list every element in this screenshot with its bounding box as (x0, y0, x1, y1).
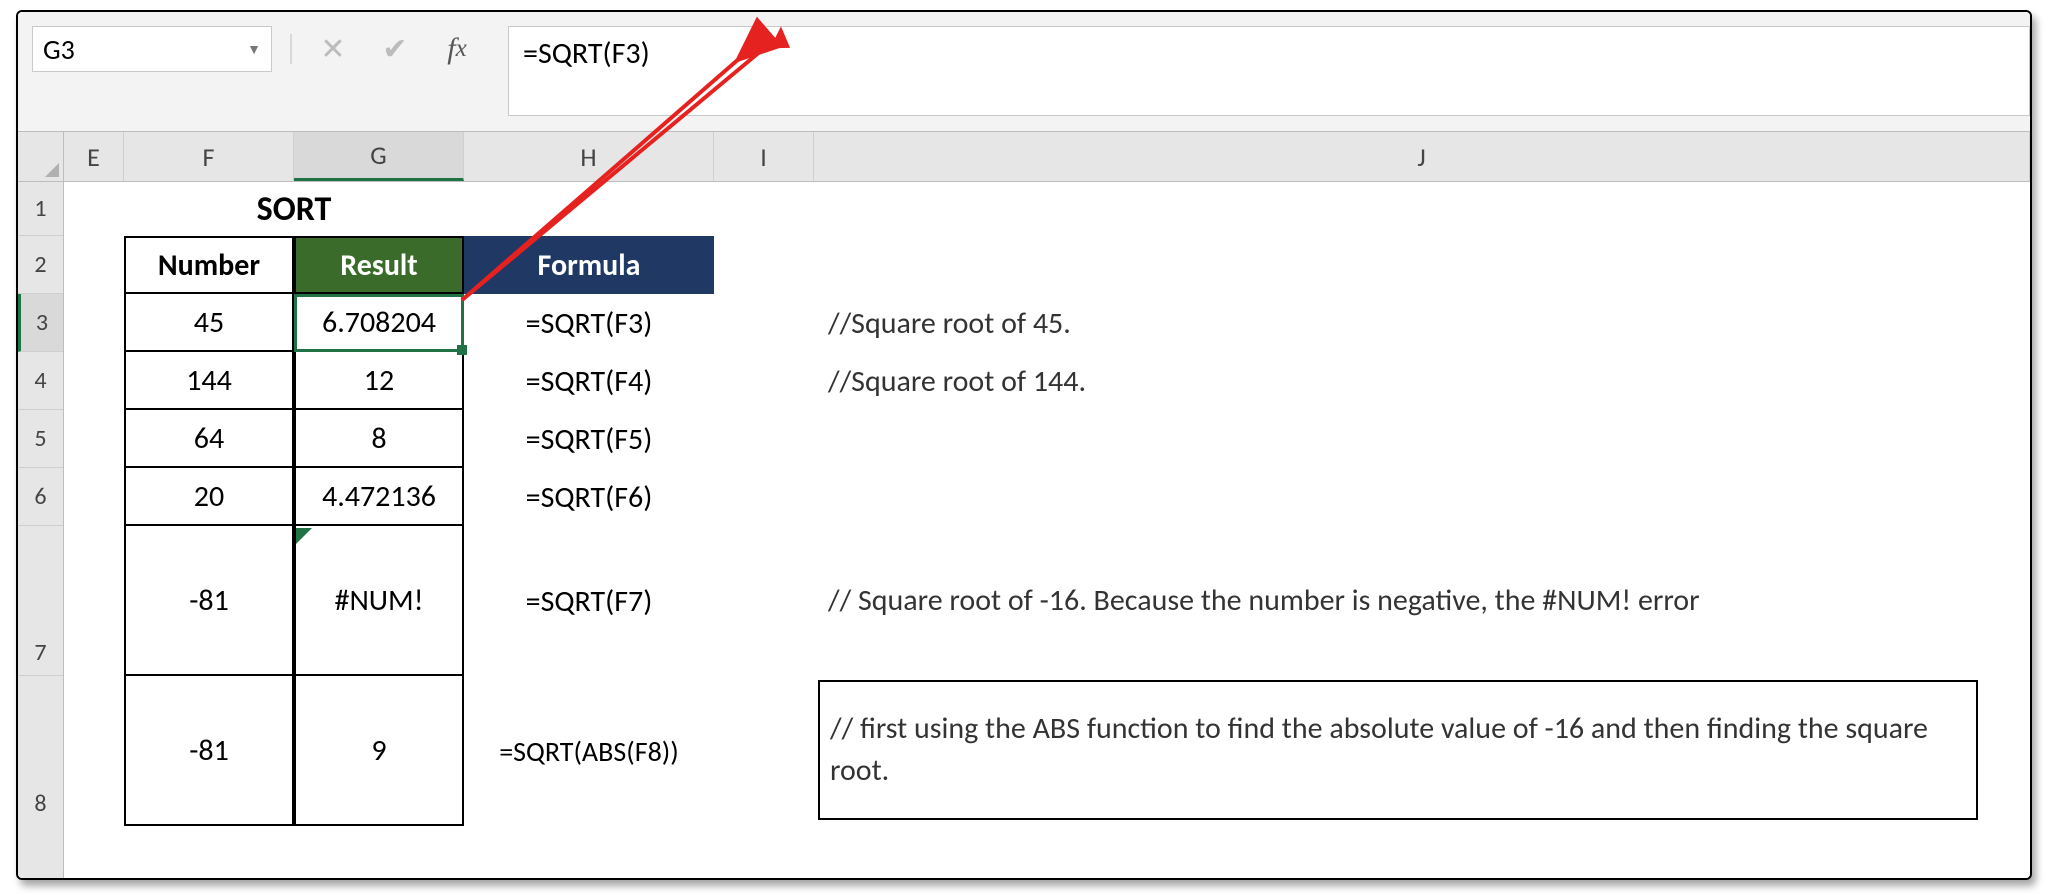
name-box[interactable]: G3 ▼ (32, 26, 272, 72)
comment-text: // Square root of -16. Because the numbe… (824, 526, 1974, 676)
cell-formula[interactable]: =SQRT(F4) (464, 352, 714, 410)
row-header-7[interactable]: 7 (18, 526, 63, 676)
row-header-5[interactable]: 5 (18, 410, 63, 468)
formula-bar: G3 ▼ ✕ ✔ fx =SQRT(F3) (18, 12, 2030, 132)
formula-input-value: =SQRT(F3) (523, 35, 650, 72)
cell-formula[interactable]: =SQRT(F5) (464, 410, 714, 468)
row-headers: 1 2 3 4 5 6 7 8 (18, 182, 64, 878)
col-header-E[interactable]: E (64, 132, 124, 181)
row-header-8[interactable]: 8 (18, 676, 63, 826)
cell-result[interactable]: #NUM! (294, 526, 464, 676)
row-header-1[interactable]: 1 (18, 182, 63, 236)
formula-input[interactable]: =SQRT(F3) (508, 26, 2030, 116)
cancel-icon[interactable]: ✕ (312, 28, 354, 70)
comment-text-boxed: // first using the ABS function to find … (818, 680, 1978, 820)
cell-formula[interactable]: =SQRT(F7) (464, 526, 714, 676)
comment-text: //Square root of 144. (824, 352, 1974, 410)
row-header-6[interactable]: 6 (18, 468, 63, 526)
cell-result[interactable]: 12 (294, 352, 464, 410)
cell-number[interactable]: -81 (124, 676, 294, 826)
cell-formula[interactable]: =SQRT(ABS(F8)) (456, 676, 722, 826)
col-header-G[interactable]: G (294, 132, 464, 181)
col-number-header: Number (124, 236, 294, 294)
col-header-F[interactable]: F (124, 132, 294, 181)
select-all-corner[interactable] (18, 132, 64, 181)
row-header-2[interactable]: 2 (18, 236, 63, 294)
column-headers: E F G H I J (18, 132, 2030, 182)
formula-bar-buttons: ✕ ✔ fx (290, 26, 478, 72)
chevron-down-icon[interactable]: ▼ (247, 41, 261, 58)
app-window: G3 ▼ ✕ ✔ fx =SQRT(F3) E F G H I J 1 2 3 … (16, 10, 2032, 880)
separator (290, 34, 292, 64)
comment-text: //Square root of 45. (824, 294, 1974, 352)
cell-number[interactable]: -81 (124, 526, 294, 676)
name-box-value: G3 (43, 32, 75, 67)
cell-formula[interactable]: =SQRT(F6) (464, 468, 714, 526)
cell-formula[interactable]: =SQRT(F3) (464, 294, 714, 352)
row-header-3[interactable]: 3 (18, 294, 63, 352)
cell-number[interactable]: 144 (124, 352, 294, 410)
enter-icon[interactable]: ✔ (374, 28, 416, 70)
row-header-4[interactable]: 4 (18, 352, 63, 410)
col-header-H[interactable]: H (464, 132, 714, 181)
grid[interactable]: SORT Number Result Formula 45 6.708204 =… (64, 182, 2030, 878)
cell-number[interactable]: 45 (124, 294, 294, 352)
col-header-J[interactable]: J (814, 132, 2030, 181)
table-title: SORT (124, 182, 464, 236)
cell-result[interactable]: 8 (294, 410, 464, 468)
grid-wrap: 1 2 3 4 5 6 7 8 SORT Number Result Formu… (18, 182, 2030, 878)
cell-result[interactable]: 6.708204 (294, 294, 464, 352)
fx-icon[interactable]: fx (436, 28, 478, 70)
col-result-header: Result (294, 236, 464, 294)
cell-number[interactable]: 64 (124, 410, 294, 468)
cell-number[interactable]: 20 (124, 468, 294, 526)
col-header-I[interactable]: I (714, 132, 814, 181)
cell-result[interactable]: 4.472136 (294, 468, 464, 526)
col-formula-header: Formula (464, 236, 714, 294)
cell-result[interactable]: 9 (294, 676, 464, 826)
error-indicator-icon[interactable] (296, 528, 312, 544)
